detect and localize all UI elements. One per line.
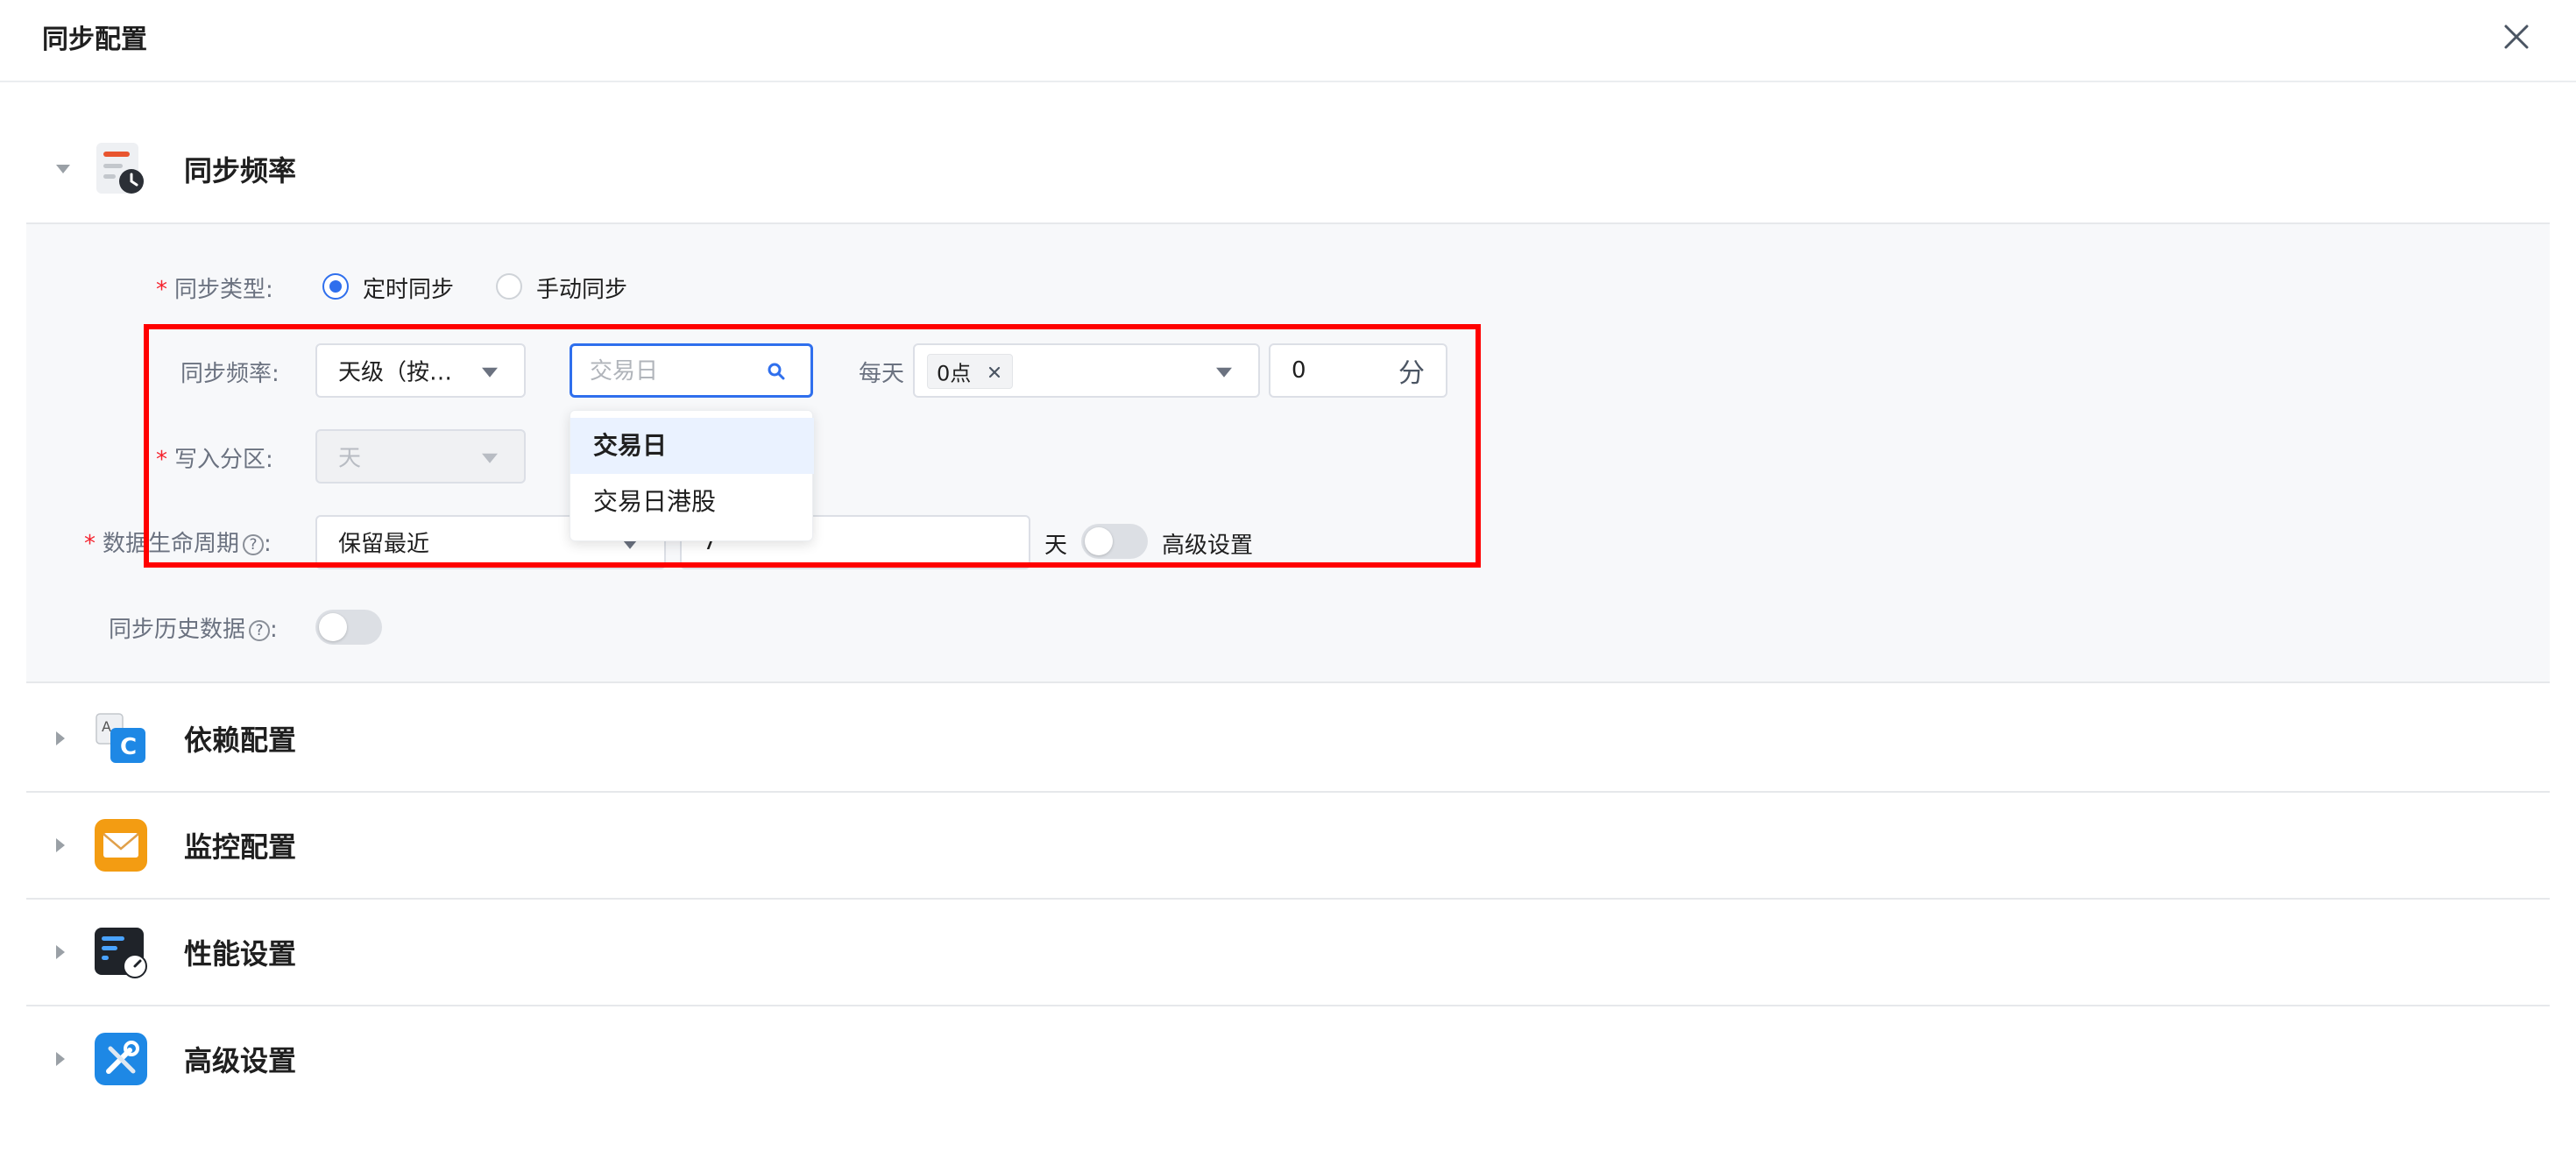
section-advanced[interactable]: 高级设置 (26, 1006, 2550, 1112)
sync-type-label: * 同步类型: (156, 277, 273, 303)
close-button[interactable] (2495, 16, 2537, 58)
dialog-header: 同步配置 (0, 0, 2576, 82)
section-sync-frequency[interactable]: 同步频率 (26, 116, 2550, 222)
radio-scheduled-sync[interactable] (322, 273, 349, 300)
dependency-icon: A C (96, 713, 145, 763)
caret-right-icon (56, 731, 65, 745)
dialog-title: 同步配置 (42, 25, 147, 55)
caret-right-icon (56, 838, 65, 852)
close-icon (2504, 25, 2529, 49)
section-title: 高级设置 (184, 1044, 297, 1077)
svg-text:A: A (102, 718, 111, 735)
radio-manual-sync[interactable] (496, 273, 522, 300)
section-dependency[interactable]: A C 依赖配置 (26, 685, 2550, 792)
caret-right-icon (56, 1052, 65, 1066)
history-toggle[interactable] (315, 610, 382, 645)
section-title: 同步频率 (184, 154, 297, 187)
section-monitor[interactable]: 监控配置 (26, 792, 2550, 899)
section-title: 依赖配置 (184, 724, 297, 757)
help-icon[interactable]: ? (249, 620, 271, 641)
history-label: 同步历史数据?: (109, 617, 278, 643)
caret-right-icon (56, 945, 65, 959)
highlight-box (144, 324, 1481, 568)
section-title: 监控配置 (184, 830, 297, 864)
tools-icon (95, 1033, 147, 1085)
schedule-doc-icon (96, 143, 144, 194)
section-performance[interactable]: 性能设置 (26, 899, 2550, 1006)
radio-scheduled-label[interactable]: 定时同步 (363, 272, 454, 304)
svg-text:C: C (120, 734, 137, 760)
section-title: 性能设置 (184, 937, 297, 971)
caret-down-icon (56, 165, 70, 173)
performance-icon (95, 928, 147, 978)
mail-icon (95, 819, 147, 872)
radio-manual-label[interactable]: 手动同步 (536, 272, 627, 304)
